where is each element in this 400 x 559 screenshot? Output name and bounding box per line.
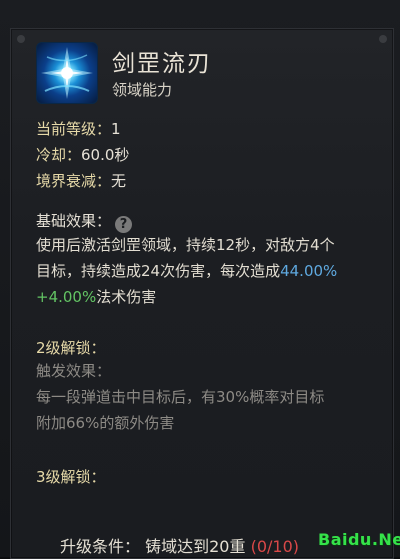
level-label: 当前等级：: [36, 120, 112, 138]
unlock2-line-2: 附加66%的额外伤害: [36, 414, 175, 432]
help-icon[interactable]: ?: [115, 216, 133, 233]
blue-sword-aura-icon: [41, 47, 93, 99]
effect-line-3: +4.00%法术伤害: [36, 284, 381, 310]
unlock3-heading-text: 3级解锁：: [36, 468, 106, 486]
unlock2-description: 触发效果： 每一段弹道击中目标后，有30%概率对目标 附加66%的额外伤害: [36, 358, 381, 436]
site-watermark: Baidu.Net: [318, 530, 400, 549]
unlock2-heading: 2级解锁：: [36, 337, 106, 358]
cooldown-row: 冷却：60.0秒: [36, 144, 129, 165]
upgrade-condition: 升级条件： 铸域达到20重 (0/10): [60, 533, 299, 557]
decay-label: 境界衰减：: [36, 172, 112, 190]
effect-damage-base: 44.00%: [280, 262, 338, 280]
upgrade-progress-rest: 10): [272, 537, 299, 556]
skill-type: 领域能力: [112, 81, 173, 99]
unlock2-heading-text: 2级解锁：: [36, 339, 106, 357]
effect-line-3-text: 法术伤害: [96, 288, 157, 306]
unlock2-line-1: 每一段弹道击中目标后，有30%概率对目标: [36, 388, 325, 406]
cooldown-value: 60.0秒: [81, 146, 130, 164]
upgrade-label: 升级条件：: [60, 537, 141, 556]
unlock3-heading: 3级解锁：: [36, 466, 106, 487]
effect-heading-row: 基础效果：?: [36, 210, 133, 233]
upgrade-requirement: 铸域达到20重: [145, 537, 246, 556]
cooldown-label: 冷却：: [36, 146, 82, 164]
decay-value: 无: [111, 172, 127, 190]
effect-heading: 基础效果：: [36, 212, 112, 230]
level-row: 当前等级：1: [36, 118, 121, 139]
level-value: 1: [111, 120, 121, 138]
tooltip-backdrop: 剑罡流刃 领域能力 当前等级：1 冷却：60.0秒 境界衰减：无 基础效果：? …: [0, 0, 400, 559]
panel-corner-rivet: [379, 35, 387, 43]
skill-icon[interactable]: [36, 42, 98, 104]
decay-row: 境界衰减：无: [36, 170, 126, 191]
upgrade-progress: (0/10): [251, 537, 299, 556]
unlock2-sub-heading: 触发效果：: [36, 362, 112, 380]
upgrade-progress-open: (0/: [250, 537, 273, 556]
effect-damage-growth: +4.00%: [36, 288, 97, 306]
effect-line-2-text: 目标，持续造成24次伤害，每次造成: [36, 262, 281, 280]
effect-line-2: 目标，持续造成24次伤害，每次造成44.00%: [36, 258, 381, 284]
panel-corner-rivet: [17, 35, 25, 43]
skill-name: 剑罡流刃: [112, 51, 212, 77]
effect-line-1: 使用后激活剑罡领域，持续12秒，对敌方4个: [36, 236, 335, 254]
effect-description: 使用后激活剑罡领域，持续12秒，对敌方4个 目标，持续造成24次伤害，每次造成4…: [36, 232, 381, 310]
